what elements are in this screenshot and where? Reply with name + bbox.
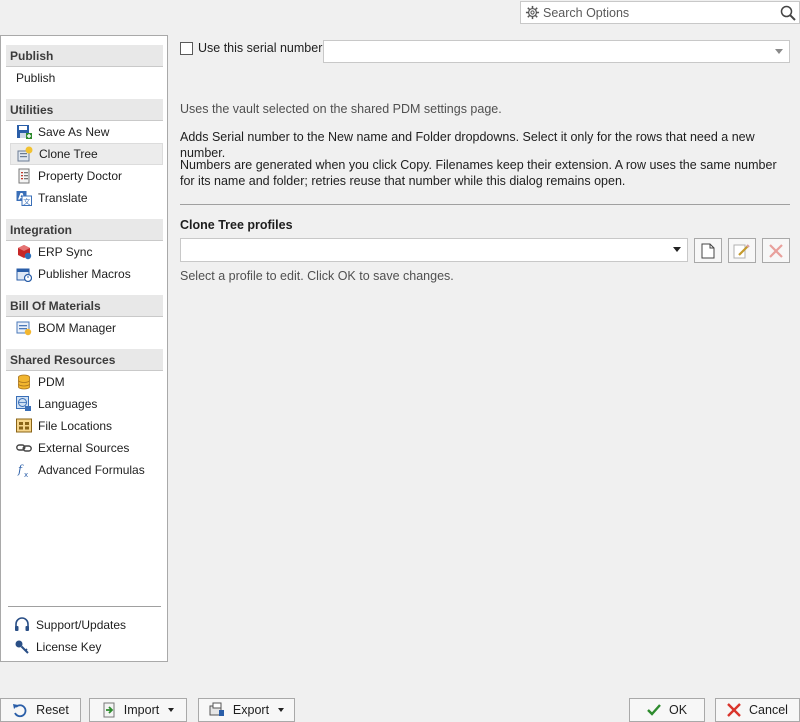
cancel-label: Cancel [749, 703, 788, 717]
sidebar-item-support-updates[interactable]: Support/Updates [8, 614, 157, 636]
svg-text:x: x [24, 471, 28, 478]
export-label: Export [232, 703, 270, 717]
delete-profile-button[interactable] [762, 238, 790, 263]
sidebar-item-label: Publish [16, 71, 56, 85]
property-doctor-icon [16, 168, 32, 184]
sidebar-item-label: File Locations [38, 419, 113, 433]
reset-label: Reset [36, 703, 69, 717]
macros-icon [16, 266, 32, 282]
sidebar-item-translate[interactable]: A文 Translate [10, 187, 163, 209]
serial-number-checkbox[interactable] [180, 41, 193, 55]
sidebar-item-label: BOM Manager [38, 321, 117, 335]
database-icon [16, 374, 32, 390]
profile-hint: Select a profile to edit. Click OK to sa… [180, 269, 454, 283]
globe-icon [16, 396, 32, 412]
sidebar-item-languages[interactable]: Languages [10, 393, 163, 415]
bom-manager-icon [16, 320, 32, 336]
sidebar-item-label: External Sources [38, 441, 130, 455]
top-bar: Search Options [0, 0, 800, 28]
profiles-label: Clone Tree profiles [180, 218, 293, 232]
file-locations-icon [16, 418, 32, 434]
close-icon [727, 703, 741, 717]
serial-number-dropdown[interactable] [323, 40, 790, 63]
new-document-icon [701, 243, 715, 258]
edit-profile-button[interactable] [728, 238, 756, 263]
section-header-publish: Publish [6, 45, 163, 67]
sidebar-item-label: Languages [38, 397, 98, 411]
headset-icon [14, 617, 30, 633]
numbering-description: Numbers are generated when you click Cop… [180, 158, 777, 188]
gear-icon [521, 5, 543, 20]
import-label: Import [123, 703, 160, 717]
function-icon: fx [16, 462, 32, 478]
new-profile-button[interactable] [694, 238, 722, 263]
key-icon [14, 639, 30, 655]
sidebar-item-label: Advanced Formulas [38, 463, 145, 477]
sidebar-item-advanced-formulas[interactable]: fx Advanced Formulas [10, 459, 163, 481]
sidebar-item-property-doctor[interactable]: Property Doctor [10, 165, 163, 187]
search-box[interactable]: Search Options [520, 1, 800, 24]
sidebar-item-clone-tree[interactable]: Clone Tree [10, 143, 163, 165]
sidebar-item-label: Save As New [38, 125, 110, 139]
caret-down-icon [168, 708, 175, 712]
section-header-bom: Bill Of Materials [6, 295, 163, 317]
ok-label: OK [668, 703, 688, 717]
search-input[interactable]: Search Options [543, 6, 777, 20]
chevron-down-icon [775, 49, 783, 54]
sidebar-item-external-sources[interactable]: External Sources [10, 437, 163, 459]
sidebar-item-erp-sync[interactable]: ERP Sync [10, 241, 163, 263]
import-icon [102, 702, 116, 718]
sidebar-item-publisher-macros[interactable]: Publisher Macros [10, 263, 163, 285]
sidebar-item-bom-manager[interactable]: BOM Manager [10, 317, 163, 339]
section-divider [180, 204, 790, 205]
erp-sync-icon [16, 244, 32, 260]
serial-number-row: Use this serial number [180, 41, 322, 55]
section-header-utilities: Utilities [6, 99, 163, 121]
svg-text:f: f [17, 463, 24, 476]
delete-icon [769, 243, 783, 258]
ok-button[interactable]: OK [629, 698, 705, 722]
svg-text:文: 文 [23, 197, 30, 206]
clone-tree-icon [17, 146, 33, 162]
chevron-down-icon [673, 247, 681, 252]
save-as-icon [16, 124, 32, 140]
options-sidebar: Publish Publish Utilities Save As New Cl… [0, 35, 168, 662]
serial-number-label: Use this serial number [198, 41, 323, 55]
import-button[interactable]: Import [89, 698, 187, 722]
section-header-shared-resources: Shared Resources [6, 349, 163, 371]
link-icon [16, 440, 32, 456]
profiles-dropdown[interactable] [180, 238, 688, 262]
vault-note: Uses the vault selected on the shared PD… [180, 102, 502, 116]
dialog-footer: Reset Import Export OK Cancel [0, 662, 800, 722]
cancel-button[interactable]: Cancel [715, 698, 800, 722]
sidebar-item-label: Property Doctor [38, 169, 123, 183]
reset-icon [12, 702, 28, 718]
sidebar-item-pdm[interactable]: PDM [10, 371, 163, 393]
clone-tree-panel: Use this serial number Uses the vault se… [172, 35, 796, 662]
sidebar-item-label: Support/Updates [36, 618, 127, 632]
export-button[interactable]: Export [198, 698, 295, 722]
edit-icon [733, 243, 750, 258]
sidebar-item-publish[interactable]: Publish [10, 67, 163, 89]
section-header-integration: Integration [6, 219, 163, 241]
sidebar-item-label: Publisher Macros [38, 267, 131, 281]
reset-button[interactable]: Reset [0, 698, 81, 722]
sidebar-item-label: ERP Sync [38, 245, 93, 259]
export-icon [209, 702, 225, 718]
search-icon[interactable] [777, 5, 799, 21]
caret-down-icon [278, 708, 285, 712]
sidebar-item-label: Clone Tree [39, 147, 98, 161]
sidebar-item-save-as-new[interactable]: Save As New [10, 121, 163, 143]
sidebar-item-license-key[interactable]: License Key [8, 636, 157, 658]
sidebar-item-label: PDM [38, 375, 65, 389]
check-icon [647, 703, 661, 717]
sidebar-footer: Support/Updates License Key [8, 606, 161, 658]
sidebar-item-label: Translate [38, 191, 88, 205]
translate-icon: A文 [16, 190, 32, 206]
sidebar-item-file-locations[interactable]: File Locations [10, 415, 163, 437]
sidebar-item-label: License Key [36, 640, 102, 654]
